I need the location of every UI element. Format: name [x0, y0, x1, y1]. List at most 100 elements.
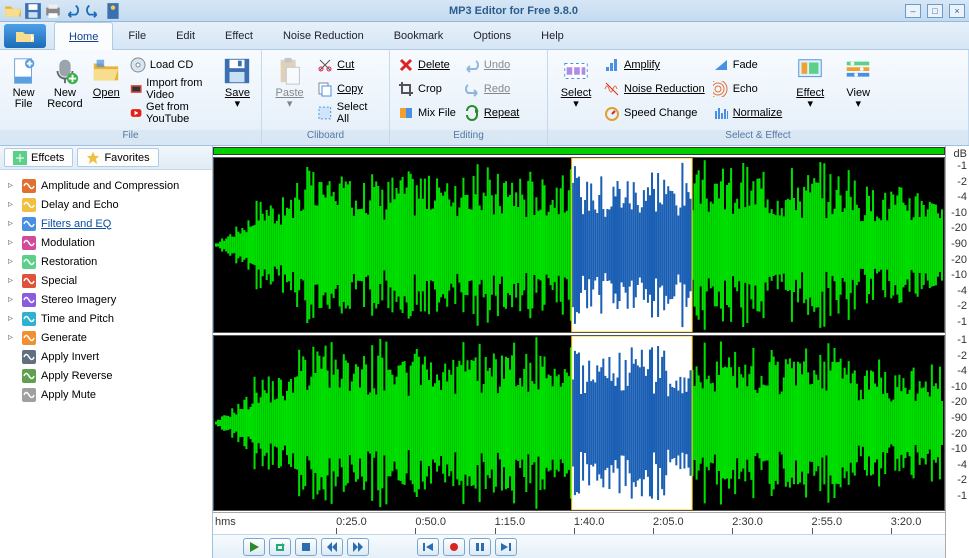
- expand-icon[interactable]: ▹: [8, 257, 17, 266]
- select-button[interactable]: Select▾: [554, 54, 598, 112]
- mix-file-button[interactable]: Mix File: [396, 102, 458, 124]
- expand-icon[interactable]: [8, 352, 17, 361]
- overview-bar[interactable]: [213, 147, 945, 155]
- minimize-button[interactable]: –: [905, 4, 921, 18]
- view-button[interactable]: View▾: [836, 54, 880, 112]
- tree-node[interactable]: ▹ Delay and Echo: [4, 195, 208, 214]
- category-icon: [21, 216, 37, 232]
- record-button[interactable]: [443, 538, 465, 556]
- forward-button[interactable]: [347, 538, 369, 556]
- tree-node[interactable]: Apply Invert: [4, 347, 208, 366]
- main-area: Effcets Favorites ▹Amplitude and Compres…: [0, 146, 969, 558]
- tree-label: Generate: [41, 332, 87, 344]
- tree-node[interactable]: ▹ Generate: [4, 328, 208, 347]
- qat-redo-icon[interactable]: [84, 2, 102, 20]
- expand-icon[interactable]: ▹: [8, 181, 17, 190]
- tab-noise-reduction[interactable]: Noise Reduction: [268, 22, 379, 49]
- expand-icon[interactable]: ▹: [8, 333, 17, 342]
- ribbon: New File New Record Open Load CD Import …: [0, 50, 969, 146]
- expand-icon[interactable]: ▹: [8, 200, 17, 209]
- load-cd-button[interactable]: Load CD: [128, 54, 216, 76]
- tree-label: Delay and Echo: [41, 199, 119, 211]
- category-icon: [21, 273, 37, 289]
- tree-node[interactable]: ▹ Modulation: [4, 233, 208, 252]
- close-button[interactable]: ×: [949, 4, 965, 18]
- tree-label: Filters and EQ: [41, 218, 111, 230]
- expand-icon[interactable]: ▹: [8, 314, 17, 323]
- category-icon: [21, 330, 37, 346]
- fade-button[interactable]: Fade: [711, 54, 785, 76]
- ribbon-group-clipboard: Paste▾ Cut Copy Select All Cliboard: [262, 50, 390, 145]
- new-file-button[interactable]: New File: [6, 54, 41, 112]
- expand-icon[interactable]: ▹: [8, 238, 17, 247]
- ribbon-group-select-effect: Select▾ Amplify Noise Reduction Speed Ch…: [548, 50, 969, 145]
- tree-node[interactable]: ▹Time and Pitch: [4, 309, 208, 328]
- effect-button[interactable]: Effect▾: [788, 54, 832, 112]
- tab-file[interactable]: File: [113, 22, 161, 49]
- normalize-button[interactable]: Normalize: [711, 102, 785, 124]
- expand-icon[interactable]: [8, 371, 17, 380]
- copy-button[interactable]: Copy: [315, 78, 383, 100]
- echo-button[interactable]: Echo: [711, 78, 785, 100]
- waveform-channel-right[interactable]: [213, 335, 945, 511]
- tree-label: Stereo Imagery: [41, 294, 116, 306]
- cut-button[interactable]: Cut: [315, 54, 383, 76]
- select-all-button[interactable]: Select All: [315, 102, 383, 124]
- amplify-button[interactable]: Amplify: [602, 54, 707, 76]
- tab-edit[interactable]: Edit: [161, 22, 210, 49]
- redo-button[interactable]: Redo: [462, 78, 521, 100]
- qat-settings-icon[interactable]: [104, 2, 122, 20]
- qat-open-icon[interactable]: [4, 2, 22, 20]
- expand-icon[interactable]: ▹: [8, 295, 17, 304]
- side-tab-effects[interactable]: Effcets: [4, 148, 73, 167]
- category-icon: [21, 311, 37, 327]
- tree-node[interactable]: ▹ Filters and EQ: [4, 214, 208, 233]
- tab-help[interactable]: Help: [526, 22, 579, 49]
- play-button[interactable]: [243, 538, 265, 556]
- stop-button[interactable]: [295, 538, 317, 556]
- undo-button[interactable]: Undo: [462, 54, 521, 76]
- qat-save-icon[interactable]: [24, 2, 42, 20]
- title-bar: MP3 Editor for Free 9.8.0 – □ ×: [0, 0, 969, 22]
- tab-home[interactable]: Home: [54, 22, 113, 50]
- goto-end-button[interactable]: [495, 538, 517, 556]
- noise-reduction-button[interactable]: Noise Reduction: [602, 78, 707, 100]
- tab-effect[interactable]: Effect: [210, 22, 268, 49]
- get-youtube-button[interactable]: Get from YouTube: [128, 102, 216, 124]
- app-menu-button[interactable]: [4, 24, 46, 48]
- ribbon-group-editing: Delete Crop Mix File Undo Redo Repeat Ed…: [390, 50, 548, 145]
- save-button[interactable]: Save▾: [220, 54, 255, 112]
- speed-change-button[interactable]: Speed Change: [602, 102, 707, 124]
- goto-start-button[interactable]: [417, 538, 439, 556]
- new-record-button[interactable]: New Record: [45, 54, 84, 112]
- maximize-button[interactable]: □: [927, 4, 943, 18]
- tree-node[interactable]: Apply Mute: [4, 385, 208, 404]
- expand-icon[interactable]: [8, 390, 17, 399]
- qat-undo-icon[interactable]: [64, 2, 82, 20]
- loop-button[interactable]: [269, 538, 291, 556]
- rewind-button[interactable]: [321, 538, 343, 556]
- crop-button[interactable]: Crop: [396, 78, 458, 100]
- tree-label: Apply Invert: [41, 351, 99, 363]
- category-icon: [21, 387, 37, 403]
- tree-node[interactable]: ▹Restoration: [4, 252, 208, 271]
- qat-print-icon[interactable]: [44, 2, 62, 20]
- tree-node[interactable]: ▹Amplitude and Compression: [4, 176, 208, 195]
- side-tab-favorites[interactable]: Favorites: [77, 148, 158, 167]
- open-button[interactable]: Open: [89, 54, 124, 101]
- waveform-channel-left[interactable]: [213, 157, 945, 333]
- expand-icon[interactable]: ▹: [8, 219, 17, 228]
- paste-button[interactable]: Paste▾: [268, 54, 311, 112]
- delete-button[interactable]: Delete: [396, 54, 458, 76]
- import-video-button[interactable]: Import from Video: [128, 78, 216, 100]
- db-scale: dB-1-2-4-10-20-90-20-10-4-2-1-1-2-4-10-2…: [945, 146, 969, 558]
- expand-icon[interactable]: ▹: [8, 276, 17, 285]
- repeat-button[interactable]: Repeat: [462, 102, 521, 124]
- tab-options[interactable]: Options: [458, 22, 526, 49]
- tree-node[interactable]: Apply Reverse: [4, 366, 208, 385]
- tree-label: Modulation: [41, 237, 95, 249]
- pause-button[interactable]: [469, 538, 491, 556]
- tab-bookmark[interactable]: Bookmark: [379, 22, 459, 49]
- tree-node[interactable]: ▹Special: [4, 271, 208, 290]
- tree-node[interactable]: ▹ Stereo Imagery: [4, 290, 208, 309]
